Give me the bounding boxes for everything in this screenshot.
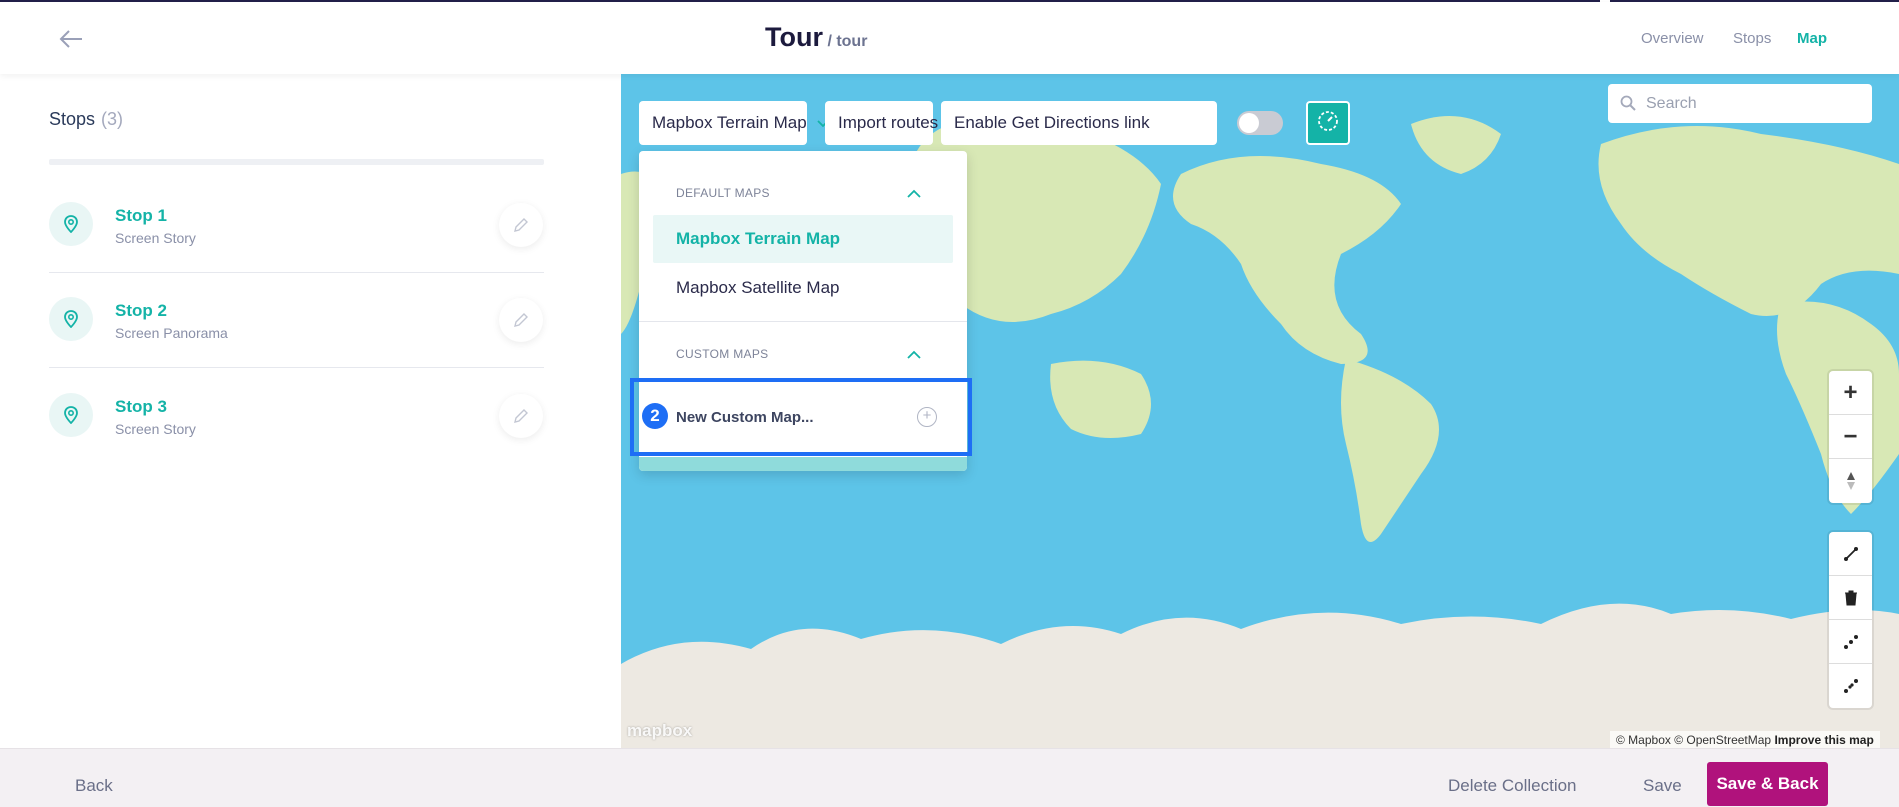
uncombine-button[interactable] (1829, 664, 1872, 708)
zoom-out-button[interactable]: − (1829, 415, 1872, 459)
stop-item[interactable]: Stop 2 Screen Panorama (49, 273, 544, 368)
map-option-terrain[interactable]: Mapbox Terrain Map (653, 215, 953, 263)
pencil-icon[interactable] (499, 203, 543, 247)
map-attribution: © Mapbox © OpenStreetMap Improve this ma… (1610, 731, 1880, 749)
pencil-icon[interactable] (499, 394, 543, 438)
stop-type: Screen Story (115, 230, 196, 246)
attribution-text[interactable]: © Mapbox © OpenStreetMap (1616, 733, 1771, 747)
map-option-satellite[interactable]: Mapbox Satellite Map (653, 264, 953, 312)
custom-maps-header: CUSTOM MAPS (676, 347, 769, 361)
uncombine-icon (1843, 679, 1858, 693)
stop-name[interactable]: Stop 1 (115, 206, 167, 226)
map-search (1608, 84, 1872, 123)
stops-title: Stops (49, 109, 96, 129)
draw-controls (1829, 532, 1872, 708)
zoom-controls: + − (1829, 371, 1872, 503)
mapbox-logo[interactable]: mapbox (627, 721, 692, 741)
north-arrow-icon (1846, 472, 1855, 490)
page-footer: Back Delete Collection Save Save & Back (0, 748, 1899, 807)
trash-icon (1844, 590, 1857, 605)
search-input[interactable] (1646, 94, 1846, 113)
app-header: Tour / tour Overview Stops Map (0, 2, 1899, 74)
stops-count: (3) (101, 109, 124, 129)
directions-toggle[interactable] (1237, 111, 1283, 135)
compass-reset-button[interactable] (1829, 459, 1872, 503)
dropdown-footer-bar (639, 457, 967, 471)
delete-button[interactable] (1829, 576, 1872, 620)
line-icon (1843, 546, 1858, 561)
stops-heading: Stops (3) (49, 109, 123, 130)
directions-toggle-container: Enable Get Directions link (941, 101, 1217, 145)
pencil-icon[interactable] (499, 298, 543, 342)
compass-icon (1316, 109, 1340, 138)
divider (49, 159, 544, 165)
combine-button[interactable] (1829, 620, 1872, 664)
default-maps-header: DEFAULT MAPS (676, 186, 770, 200)
chevron-up-icon[interactable] (907, 347, 921, 359)
stop-item[interactable]: Stop 1 Screen Story (49, 178, 544, 273)
location-picker-button[interactable] (1306, 101, 1350, 145)
annotation-badge-2: 2 (642, 403, 668, 429)
save-and-back-button[interactable]: Save & Back (1707, 762, 1828, 806)
chevron-up-icon[interactable] (907, 186, 921, 198)
page-title-wrap: Tour / tour (765, 22, 867, 53)
page-subtitle: / tour (827, 33, 868, 50)
location-pin-icon (49, 297, 93, 341)
location-pin-icon (49, 393, 93, 437)
back-button[interactable]: Back (75, 776, 113, 796)
import-routes-button[interactable]: Import routes (825, 101, 938, 145)
toggle-knob (1239, 113, 1259, 133)
draw-line-button[interactable] (1829, 532, 1872, 576)
tab-map[interactable]: Map (1797, 30, 1827, 47)
stops-sidebar: Stops (3) Stop 1 Screen Story Stop 2 Scre… (0, 74, 621, 748)
map-style-select[interactable]: Mapbox Terrain Map (639, 101, 829, 145)
annotation-highlight-2 (630, 378, 972, 456)
directions-label: Enable Get Directions link (954, 113, 1150, 132)
stop-name[interactable]: Stop 2 (115, 301, 167, 321)
stop-type: Screen Panorama (115, 325, 228, 341)
improve-map-link[interactable]: Improve this map (1774, 733, 1873, 747)
location-pin-icon (49, 202, 93, 246)
search-icon (1620, 95, 1636, 116)
page-title: Tour (765, 22, 823, 52)
tab-stops[interactable]: Stops (1733, 30, 1771, 47)
tab-overview[interactable]: Overview (1641, 30, 1704, 47)
delete-collection-button[interactable]: Delete Collection (1448, 776, 1577, 796)
stop-item[interactable]: Stop 3 Screen Story (49, 369, 544, 464)
save-button[interactable]: Save (1643, 776, 1682, 796)
stop-name[interactable]: Stop 3 (115, 397, 167, 417)
divider (639, 321, 967, 322)
back-arrow-icon[interactable] (58, 28, 84, 50)
zoom-in-button[interactable]: + (1829, 371, 1872, 415)
map-style-select-value: Mapbox Terrain Map (652, 113, 807, 132)
stop-type: Screen Story (115, 421, 196, 437)
combine-icon (1843, 634, 1858, 649)
